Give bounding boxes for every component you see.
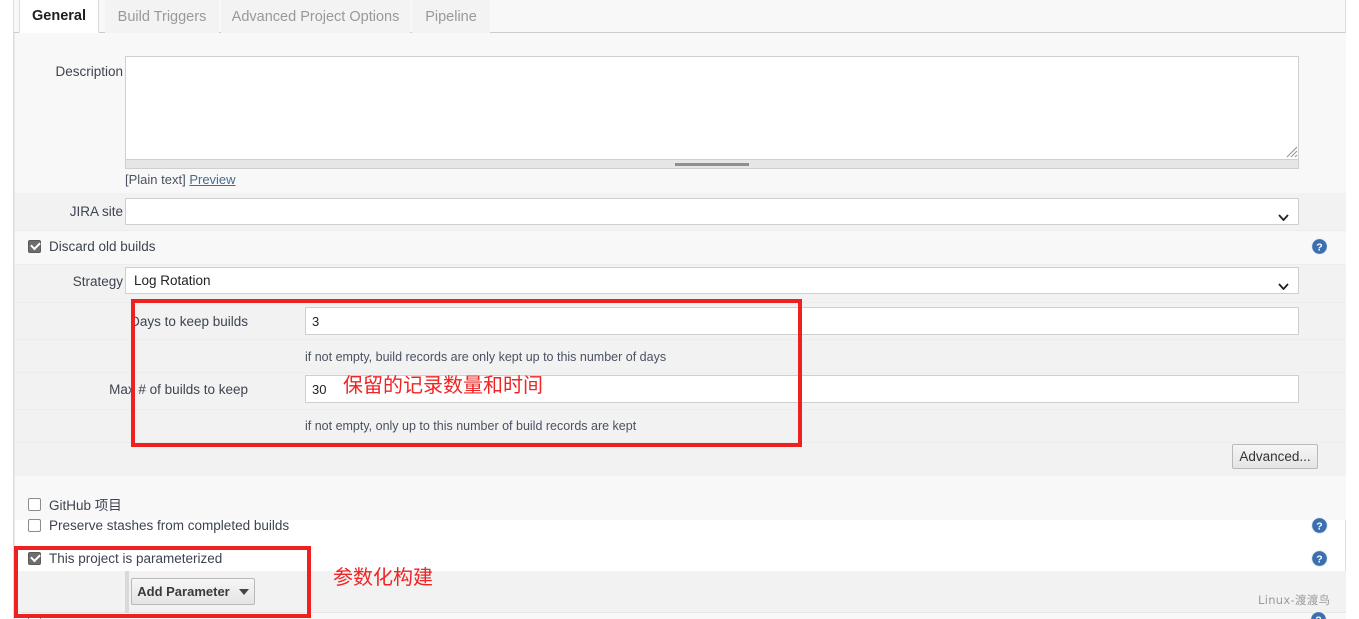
svg-text:?: ? bbox=[1316, 520, 1322, 532]
svg-text:?: ? bbox=[1316, 241, 1322, 253]
tab-pipeline[interactable]: Pipeline bbox=[412, 0, 490, 33]
tab-advanced-project-options[interactable]: Advanced Project Options bbox=[221, 0, 410, 33]
days-to-keep-hint: if not empty, build records are only kep… bbox=[305, 350, 667, 364]
jira-site-select[interactable] bbox=[125, 198, 1299, 225]
annotation-text-parameterized: 参数化构建 bbox=[333, 565, 433, 589]
svg-text:?: ? bbox=[1316, 553, 1322, 565]
description-input[interactable] bbox=[125, 56, 1299, 160]
help-icon-preserve-stashes[interactable]: ? bbox=[1310, 516, 1329, 535]
description-resize-corner[interactable] bbox=[1285, 145, 1299, 159]
preserve-stashes-label: Preserve stashes from completed builds bbox=[49, 518, 290, 533]
discard-old-builds-row bbox=[15, 231, 1346, 265]
tab-pipeline-label: Pipeline bbox=[425, 8, 477, 25]
advanced-button[interactable]: Advanced... bbox=[1232, 444, 1318, 469]
github-project-label: GitHub 项目 bbox=[49, 498, 122, 513]
max-builds-hint-row bbox=[15, 410, 1346, 443]
svg-text:?: ? bbox=[1315, 614, 1321, 619]
add-parameter-button-label: Add Parameter bbox=[137, 584, 230, 599]
description-markup-note: [Plain text] Preview bbox=[125, 172, 236, 187]
help-icon-bottom-partial[interactable]: ? bbox=[1309, 610, 1328, 619]
days-to-keep-input[interactable] bbox=[305, 307, 1299, 335]
days-to-keep-label: Days to keep builds bbox=[130, 314, 248, 329]
bottom-partial-checkbox[interactable] bbox=[28, 614, 41, 619]
watermark: Linux-渡渡鸟 bbox=[1258, 593, 1331, 607]
description-label: Description bbox=[55, 64, 123, 79]
config-tab-bar: General Build Triggers Advanced Project … bbox=[14, 0, 1345, 33]
chevron-down-icon bbox=[1278, 209, 1289, 221]
max-builds-to-keep-hint: if not empty, only up to this number of … bbox=[305, 419, 637, 433]
strategy-select[interactable]: Log Rotation bbox=[125, 267, 1299, 294]
strategy-selected-value: Log Rotation bbox=[134, 273, 211, 288]
preserve-stashes-checkbox-wrap[interactable]: Preserve stashes from completed builds bbox=[28, 518, 289, 533]
discard-old-builds-checkbox-wrap[interactable]: Discard old builds bbox=[28, 239, 156, 254]
project-parameterized-label: This project is parameterized bbox=[49, 551, 223, 566]
project-parameterized-checkbox-wrap[interactable]: This project is parameterized bbox=[28, 551, 222, 566]
tab-advanced-project-options-label: Advanced Project Options bbox=[231, 8, 400, 25]
right-gutter bbox=[1345, 0, 1359, 619]
annotation-text-log-rotation: 保留的记录数量和时间 bbox=[343, 373, 543, 397]
description-preview-link[interactable]: Preview bbox=[189, 172, 235, 187]
add-parameter-button[interactable]: Add Parameter bbox=[131, 578, 255, 605]
add-parameter-indent-bar bbox=[125, 571, 129, 613]
tab-build-triggers[interactable]: Build Triggers bbox=[105, 0, 219, 33]
description-markup-type: [Plain text] bbox=[125, 172, 190, 187]
help-icon-project-parameterized[interactable]: ? bbox=[1310, 549, 1329, 568]
bottom-partial-row bbox=[15, 613, 1346, 619]
tab-general-label: General bbox=[32, 8, 86, 24]
bottom-partial-checkbox-wrap[interactable] bbox=[28, 614, 41, 619]
tab-build-triggers-label: Build Triggers bbox=[117, 8, 207, 25]
left-gutter bbox=[0, 0, 14, 619]
days-to-keep-hint-row bbox=[15, 340, 1346, 373]
help-icon-discard-old-builds[interactable]: ? bbox=[1310, 237, 1329, 256]
strategy-label: Strategy bbox=[72, 274, 123, 289]
config-form-panel: Description [Plain text] Preview JIRA si… bbox=[14, 33, 1346, 619]
chevron-down-icon bbox=[1278, 278, 1289, 290]
preserve-stashes-checkbox[interactable] bbox=[28, 519, 41, 532]
description-resize-bar[interactable] bbox=[125, 160, 1299, 169]
max-builds-to-keep-label: Max # of builds to keep bbox=[109, 382, 248, 397]
tab-general[interactable]: General bbox=[19, 0, 99, 33]
github-project-row bbox=[15, 476, 1346, 506]
discard-old-builds-checkbox[interactable] bbox=[28, 240, 41, 253]
github-project-checkbox[interactable] bbox=[28, 497, 41, 511]
project-parameterized-checkbox[interactable] bbox=[28, 552, 41, 565]
discard-old-builds-label: Discard old builds bbox=[49, 239, 156, 254]
jira-site-label: JIRA site bbox=[69, 204, 123, 219]
caret-down-icon bbox=[238, 588, 249, 595]
github-project-checkbox-wrap[interactable]: GitHub 项目 bbox=[28, 494, 122, 514]
jenkins-job-config-page: General Build Triggers Advanced Project … bbox=[0, 0, 1359, 619]
